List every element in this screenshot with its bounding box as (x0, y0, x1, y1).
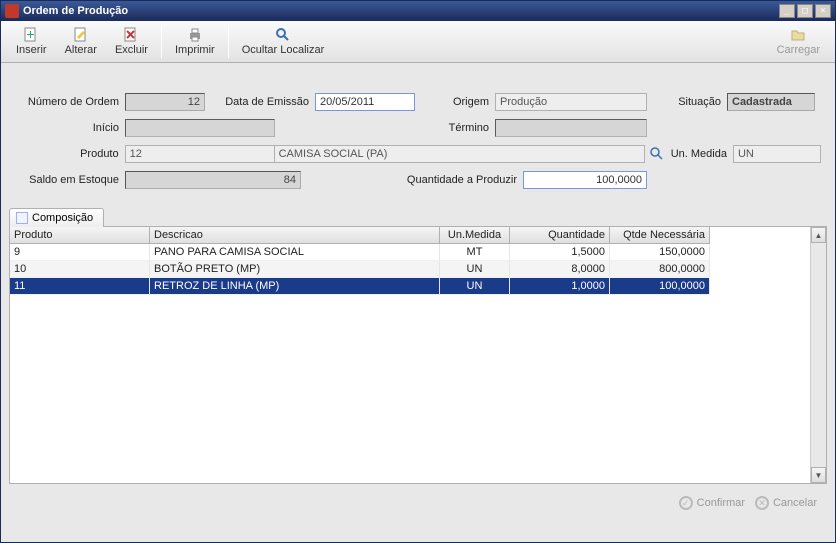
cell-qty: 1,5000 (510, 244, 610, 261)
cell-un: UN (440, 278, 510, 295)
cell-need: 150,0000 (610, 244, 710, 261)
form-area: Número de Ordem Data de Emissão Origem S… (1, 63, 835, 203)
inserir-label: Inserir (16, 44, 47, 56)
window-title: Ordem de Produção (23, 5, 779, 17)
cell-un: MT (440, 244, 510, 261)
col-header-un[interactable]: Un.Medida (440, 227, 510, 244)
saldo-estoque-field (125, 171, 301, 189)
table-row[interactable]: 9PANO PARA CAMISA SOCIALMT1,5000150,0000 (10, 244, 810, 261)
scroll-down-icon[interactable]: ▼ (811, 467, 826, 483)
label-produto: Produto (15, 148, 125, 160)
window-controls: _ □ × (779, 4, 831, 18)
confirmar-button: ✓ Confirmar (679, 496, 745, 510)
qtd-produzir-field[interactable] (523, 171, 647, 189)
origem-field (495, 93, 647, 111)
cell-descricao: PANO PARA CAMISA SOCIAL (150, 244, 440, 261)
cancel-icon: ✕ (755, 496, 769, 510)
cell-un: UN (440, 261, 510, 278)
col-header-produto[interactable]: Produto (10, 227, 150, 244)
search-icon (275, 27, 291, 43)
numero-ordem-field (125, 93, 205, 111)
toolbar-separator (228, 26, 229, 58)
printer-icon (187, 27, 203, 43)
carregar-button: Carregar (768, 24, 829, 59)
titlebar: Ordem de Produção _ □ × (1, 1, 835, 21)
inicio-field[interactable] (125, 119, 275, 137)
cell-qty: 8,0000 (510, 261, 610, 278)
minimize-button[interactable]: _ (779, 4, 795, 18)
excluir-label: Excluir (115, 44, 148, 56)
composition-grid: Produto Descricao Un.Medida Quantidade Q… (9, 226, 827, 484)
cancelar-label: Cancelar (773, 497, 817, 509)
tab-composicao-label: Composição (32, 212, 93, 224)
situacao-field (727, 93, 815, 111)
inserir-button[interactable]: Inserir (7, 24, 56, 59)
data-emissao-field[interactable] (315, 93, 415, 111)
carregar-label: Carregar (777, 44, 820, 56)
produto-cod-field[interactable] (125, 145, 275, 163)
col-header-qtde-necessaria[interactable]: Qtde Necessária (610, 227, 710, 244)
table-row[interactable]: 11RETROZ DE LINHA (MP)UN1,0000100,0000 (10, 278, 810, 295)
search-produto-icon[interactable] (649, 146, 665, 162)
label-termino: Término (425, 122, 495, 134)
label-inicio: Início (15, 122, 125, 134)
col-header-descricao[interactable]: Descricao (150, 227, 440, 244)
cell-need: 800,0000 (610, 261, 710, 278)
tab-icon (16, 212, 28, 224)
cell-produto: 9 (10, 244, 150, 261)
composition-panel: Composição Produto Descricao Un.Medida Q… (9, 207, 827, 484)
plus-doc-icon (23, 27, 39, 43)
grid-scrollbar[interactable]: ▲ ▼ (810, 227, 826, 483)
check-icon: ✓ (679, 496, 693, 510)
tab-composicao[interactable]: Composição (9, 208, 104, 227)
window: Ordem de Produção _ □ × Inserir Alterar … (0, 0, 836, 543)
toolbar-separator (161, 26, 162, 58)
imprimir-button[interactable]: Imprimir (166, 24, 224, 59)
cell-produto: 10 (10, 261, 150, 278)
un-medida-field (733, 145, 821, 163)
alterar-label: Alterar (65, 44, 97, 56)
ocultar-localizar-label: Ocultar Localizar (242, 44, 325, 56)
footer: ✓ Confirmar ✕ Cancelar (1, 484, 835, 542)
table-row[interactable]: 10BOTÃO PRETO (MP)UN8,0000800,0000 (10, 261, 810, 278)
label-numero: Número de Ordem (15, 96, 125, 108)
label-origem: Origem (415, 96, 495, 108)
label-data-emissao: Data de Emissão (205, 96, 315, 108)
cell-descricao: RETROZ DE LINHA (MP) (150, 278, 440, 295)
label-qtd-produzir: Quantidade a Produzir (397, 174, 523, 186)
alterar-button[interactable]: Alterar (56, 24, 106, 59)
cell-qty: 1,0000 (510, 278, 610, 295)
ocultar-localizar-button[interactable]: Ocultar Localizar (233, 24, 334, 59)
label-situacao: Situação (647, 96, 727, 108)
produto-desc-field (275, 145, 646, 163)
excluir-button[interactable]: Excluir (106, 24, 157, 59)
label-saldo-estoque: Saldo em Estoque (15, 174, 125, 186)
folder-open-icon (790, 27, 806, 43)
app-icon (5, 4, 19, 18)
close-button[interactable]: × (815, 4, 831, 18)
scroll-up-icon[interactable]: ▲ (811, 227, 826, 243)
confirmar-label: Confirmar (697, 497, 745, 509)
toolbar: Inserir Alterar Excluir Imprimir O (1, 21, 835, 63)
col-header-quantidade[interactable]: Quantidade (510, 227, 610, 244)
cell-produto: 11 (10, 278, 150, 295)
edit-doc-icon (73, 27, 89, 43)
cell-need: 100,0000 (610, 278, 710, 295)
maximize-button[interactable]: □ (797, 4, 813, 18)
grid-header-row: Produto Descricao Un.Medida Quantidade Q… (10, 227, 810, 244)
delete-doc-icon (123, 27, 139, 43)
label-un-medida: Un. Medida (669, 148, 733, 160)
cancelar-button: ✕ Cancelar (755, 496, 817, 510)
imprimir-label: Imprimir (175, 44, 215, 56)
cell-descricao: BOTÃO PRETO (MP) (150, 261, 440, 278)
termino-field[interactable] (495, 119, 647, 137)
